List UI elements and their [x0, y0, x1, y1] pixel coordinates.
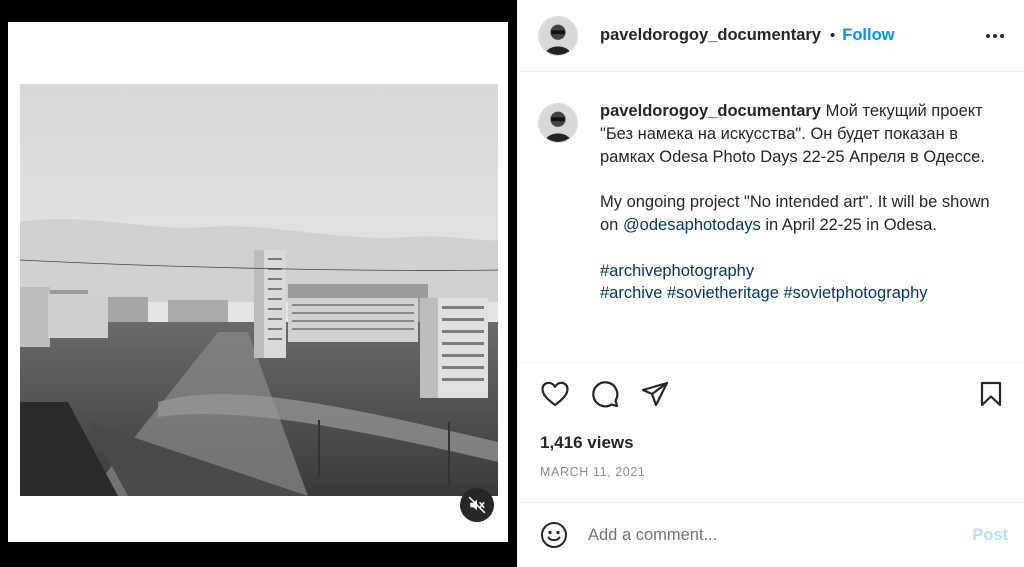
- post-video[interactable]: [8, 22, 508, 542]
- hashtags: #archivephotography #archive #sovietheri…: [600, 260, 1000, 306]
- save-button[interactable]: [974, 377, 1008, 411]
- share-button[interactable]: [638, 377, 672, 411]
- hashtag-link[interactable]: #archive: [600, 284, 662, 302]
- comment-icon: [592, 380, 619, 407]
- caption-comment: paveldorogoy_documentary Мой текущий про…: [538, 100, 1004, 305]
- smiley-icon: [541, 522, 567, 548]
- more-options-button[interactable]: [984, 25, 1006, 47]
- follow-button[interactable]: Follow: [842, 26, 894, 45]
- caption-en-after: in April 22-25 in Odesa.: [760, 215, 937, 234]
- profile-photo: [539, 16, 577, 55]
- caption-ru: paveldorogoy_documentary Мой текущий про…: [600, 100, 1000, 168]
- volume-muted-icon: [468, 496, 486, 514]
- more-horizontal-icon: [986, 33, 1004, 38]
- send-icon: [641, 381, 669, 406]
- caption-section: paveldorogoy_documentary Мой текущий про…: [518, 73, 1024, 361]
- heart-icon: [541, 381, 569, 406]
- comment-input[interactable]: [588, 525, 973, 545]
- profile-photo: [539, 104, 577, 142]
- caption-username[interactable]: paveldorogoy_documentary: [600, 102, 821, 120]
- emoji-button[interactable]: [538, 519, 570, 551]
- header-username[interactable]: paveldorogoy_documentary: [600, 26, 821, 45]
- bookmark-icon: [980, 381, 1002, 406]
- mute-toggle-button[interactable]: [460, 488, 494, 522]
- hashtag-link[interactable]: #sovietheritage: [667, 284, 779, 302]
- avatar[interactable]: [538, 15, 578, 56]
- action-bar: [518, 362, 1024, 424]
- post-details-panel: paveldorogoy_documentary • Follow paveld…: [517, 0, 1024, 567]
- caption-avatar[interactable]: [538, 103, 578, 143]
- post-date: MARCH 11, 2021: [540, 465, 646, 479]
- archive-photo: [8, 22, 508, 542]
- comment-button[interactable]: [588, 377, 622, 411]
- instagram-post-view: paveldorogoy_documentary • Follow paveld…: [0, 0, 1024, 567]
- post-comment-button[interactable]: Post: [972, 526, 1008, 545]
- hashtag-link[interactable]: #archivephotography: [600, 262, 754, 280]
- like-button[interactable]: [538, 377, 572, 411]
- caption-en: My ongoing project "No intended art". It…: [600, 191, 1000, 237]
- hashtag-link[interactable]: #sovietphotography: [783, 284, 927, 302]
- media-panel: [0, 0, 517, 567]
- post-header: paveldorogoy_documentary • Follow: [518, 0, 1024, 72]
- view-count[interactable]: 1,416 views: [540, 433, 634, 453]
- comment-composer: Post: [518, 502, 1024, 567]
- separator-dot: •: [829, 27, 836, 44]
- caption-text: paveldorogoy_documentary Мой текущий про…: [600, 100, 1000, 305]
- mention-link[interactable]: @odesaphotodays: [623, 216, 761, 234]
